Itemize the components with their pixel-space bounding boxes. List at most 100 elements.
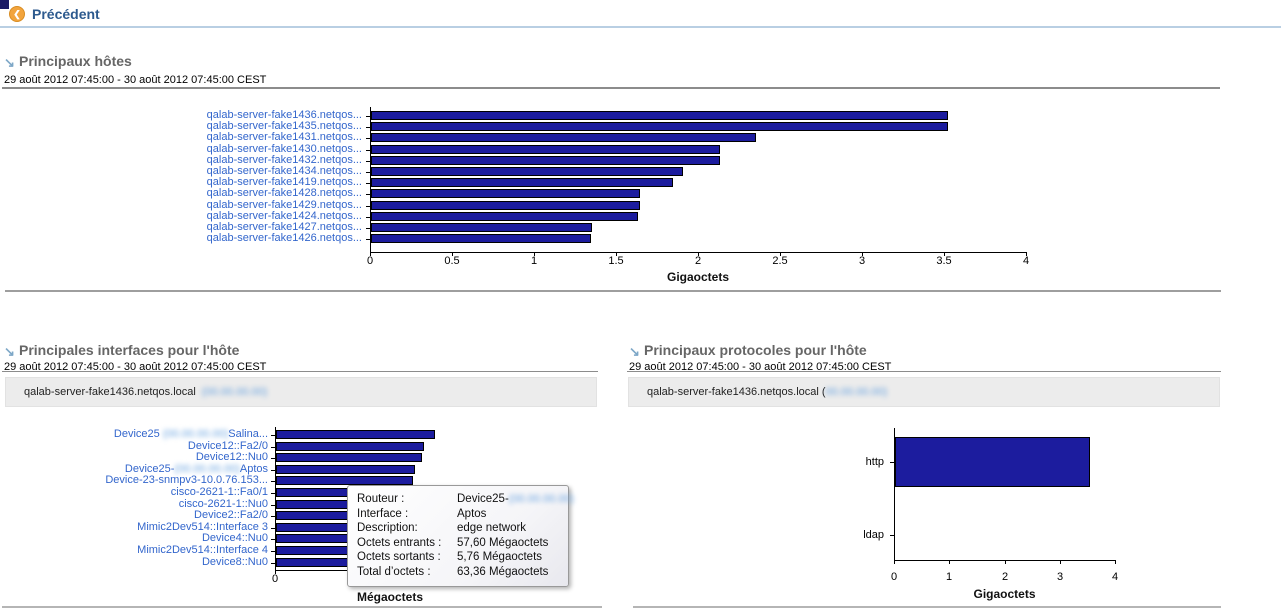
label-text: qalab-server-fake1435.netqos... [206, 120, 362, 133]
category-tick [366, 205, 370, 207]
tooltip-row: Octets sortants : 5,76 Mégaoctets [357, 550, 559, 565]
redacted-text: (00.00.00.00) [162, 428, 229, 440]
back-arrow-icon: ❮ [9, 6, 25, 22]
label-text: Device25 [113, 428, 163, 440]
corner-square [0, 0, 9, 9]
tooltip-label: Octets entrants : [357, 536, 442, 549]
drilldown-arrow-icon[interactable]: ↘ [629, 344, 640, 360]
axis-tick-label: 3 [858, 255, 866, 267]
category-tick [366, 160, 370, 162]
axis-tick [949, 560, 950, 564]
category-tick [366, 239, 370, 241]
bar[interactable] [371, 155, 720, 165]
selected-host: qalab-server-fake1436.netqos.local ( [647, 386, 826, 398]
label-text: cisco-2621-1::Fa0/1 [170, 486, 268, 498]
label-text: cisco-2621-1::Nu0 [178, 497, 268, 510]
category-tick [366, 183, 370, 185]
category-label[interactable]: Device12::Fa2/0 [0, 440, 268, 452]
drilldown-arrow-icon[interactable]: ↘ [4, 55, 15, 71]
tooltip-label: Routeur : [357, 493, 405, 505]
axis-tick [1005, 560, 1006, 564]
bar[interactable] [371, 200, 640, 210]
redacted-ip: (00.00.00.00) [201, 386, 268, 398]
axis-tick-label: 2 [694, 255, 702, 267]
axis-tick-label: 3.5 [936, 255, 952, 267]
tooltip-value: Aptos [457, 507, 487, 520]
label-text: qalab-server-fake1427.netqos... [206, 221, 362, 233]
category-tick [366, 228, 370, 229]
label-text: qalab-server-fake1430.netqos... [206, 142, 362, 155]
back-button[interactable]: ❮ Précédent [9, 6, 100, 22]
category-label[interactable]: Mimic2Dev514::Interface 4 [0, 545, 268, 556]
category-label[interactable]: Device25 (00.00.00.00)Salina... [0, 429, 268, 440]
axis-tick-label: 2 [1001, 571, 1009, 583]
category-tick [366, 116, 370, 117]
bar[interactable] [276, 441, 424, 451]
bar[interactable] [371, 144, 720, 154]
category-label[interactable]: Device-23-snmpv3-10.0.76.153... [0, 475, 268, 486]
divider [2, 371, 598, 372]
tooltip-row: Routeur : Device25- (00.00.00.00) [357, 492, 574, 507]
bar[interactable] [371, 178, 673, 188]
label-text: qalab-server-fake1434.netqos... [206, 165, 362, 177]
bar[interactable] [371, 111, 948, 120]
bar[interactable] [371, 211, 638, 221]
top-bar: ❮ Précédent [0, 0, 1281, 28]
bar[interactable] [371, 133, 756, 143]
tooltip-label: Description: [357, 522, 418, 535]
category-tick [890, 535, 894, 536]
tooltip-row: Interface : Aptos [357, 507, 559, 522]
bar[interactable] [371, 189, 640, 199]
bar[interactable] [371, 234, 591, 244]
axis-title: Gigaoctets [973, 587, 1036, 601]
tooltip-value: Device25- [457, 493, 509, 505]
tooltip-value: 57,60 Mégaoctets [457, 536, 549, 549]
category-label[interactable]: cisco-2621-1::Nu0 [0, 497, 268, 510]
drilldown-arrow-icon[interactable]: ↘ [4, 344, 15, 360]
label-text: qalab-server-fake1429.netqos... [206, 198, 362, 211]
label-text: qalab-server-fake1431.netqos... [206, 131, 362, 144]
axis-tick-label: 0 [890, 571, 898, 583]
category-tick [366, 138, 370, 140]
category-label[interactable]: Device8::Nu0 [0, 556, 268, 568]
axis-tick-label: 4 [1111, 571, 1119, 583]
category-tick [271, 504, 275, 506]
hosts-section-title: Principaux hôtes [19, 53, 132, 69]
axis-tick-label: 2.5 [772, 255, 788, 267]
axis-tick-label: 0 [366, 255, 374, 267]
category-label[interactable]: qalab-server-fake1426.netqos... [0, 233, 362, 244]
redacted-ip: (00.00.00.00) [508, 493, 575, 505]
category-tick [366, 127, 370, 129]
axis-tick-label: 1 [530, 255, 538, 267]
category-tick [271, 493, 275, 494]
bar[interactable] [371, 122, 948, 132]
selected-host-bar: qalab-server-fake1436.netqos.local ( 00.… [628, 377, 1220, 407]
label-text: qalab-server-fake1424.netqos... [206, 209, 362, 222]
axis-tick-label: 1.5 [608, 255, 624, 267]
axis-tick [1115, 560, 1116, 564]
selected-host-bar: qalab-server-fake1436.netqos.local (00.0… [5, 377, 597, 407]
bar[interactable] [371, 167, 683, 176]
label-text: Salina... [228, 428, 268, 440]
bar[interactable] [276, 430, 435, 439]
axis-tick-label: 0 [271, 573, 279, 585]
category-label[interactable]: Device2::Fa2/0 [0, 510, 268, 521]
category-tick [271, 551, 275, 552]
category-tick [271, 562, 275, 564]
tooltip-label: Total d’octets : [357, 565, 431, 578]
interfaces-section-title: Principales interfaces pour l'hôte [19, 342, 240, 358]
tooltip-value: edge network [457, 522, 527, 535]
label-text: qalab-server-fake1428.netqos... [206, 187, 362, 200]
selected-host: qalab-server-fake1436.netqos.local [24, 386, 196, 398]
label-text: Device-23-snmpv3-10.0.76.153... [105, 474, 268, 487]
label-text: Device2::Fa2/0 [194, 509, 268, 522]
category-tick [271, 469, 275, 471]
category-tick [366, 194, 370, 196]
bar[interactable] [371, 223, 592, 232]
axis-title: Gigaoctets [666, 270, 730, 284]
redacted-ip: 00.00.00.00) [825, 386, 888, 398]
category-label[interactable]: cisco-2621-1::Fa0/1 [0, 487, 268, 498]
bar[interactable] [895, 437, 1090, 487]
divider [5, 290, 1221, 292]
axis-tick [1060, 560, 1061, 564]
